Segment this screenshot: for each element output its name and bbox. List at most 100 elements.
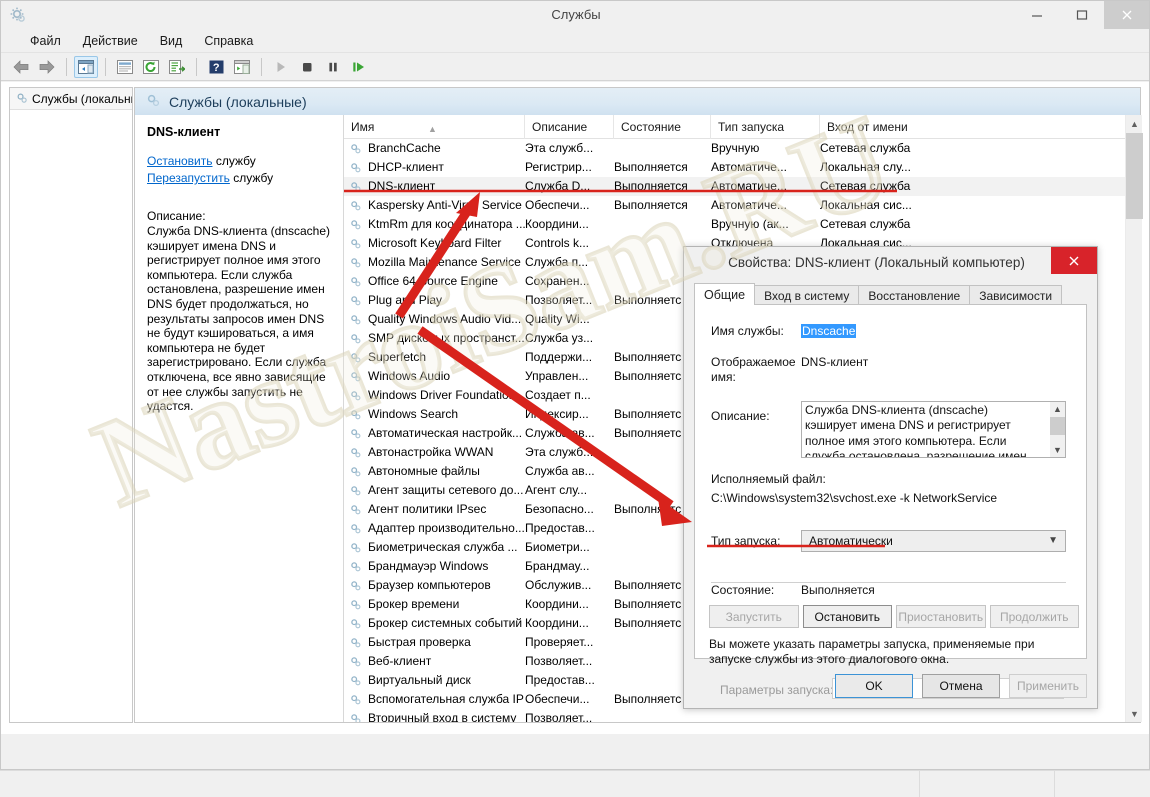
dialog-close-button[interactable] xyxy=(1051,247,1097,274)
cell-desc: Брандмау... xyxy=(525,559,590,573)
detail-action-stop-row: Остановить службу xyxy=(147,153,333,170)
listview-scrollbar[interactable]: ▲ ▼ xyxy=(1125,115,1143,722)
listview-header: Имя ▲ Описание Состояние Тип запуска Вхо… xyxy=(344,115,1142,139)
description-scroll-down-icon[interactable]: ▼ xyxy=(1050,443,1065,457)
cell-desc: Эта служб... xyxy=(525,141,594,155)
cell-name: Microsoft Keyboard Filter xyxy=(368,236,502,250)
show-hide-tree-icon[interactable] xyxy=(74,55,98,78)
cell-name: Вторичный вход в систему xyxy=(368,711,517,722)
menu-item-help[interactable]: Справка xyxy=(193,31,264,51)
table-row[interactable]: BranchCache Эта служб... Вручную Сетевая сл… xyxy=(344,139,1142,158)
close-button[interactable] xyxy=(1104,1,1149,29)
forward-icon[interactable] xyxy=(35,56,59,78)
detail-actions: Остановить службу Перезапустить службу xyxy=(147,153,333,187)
stop-service-icon[interactable] xyxy=(295,56,319,78)
description-textbox[interactable]: Служба DNS-клиента (dnscache) кэширует и… xyxy=(801,401,1066,458)
menu-item-action[interactable]: Действие xyxy=(72,31,149,51)
console-tree-pane: Службы (локальны xyxy=(9,87,133,723)
column-header-name[interactable]: Имя ▲ xyxy=(344,115,525,139)
state-value: Выполняется xyxy=(801,583,875,597)
cell-desc: Позволяет... xyxy=(525,711,593,722)
tree-root-item[interactable]: Службы (локальны xyxy=(10,88,132,110)
stop-service-button[interactable]: Остановить xyxy=(802,605,892,628)
table-row[interactable]: KtmRm для координатора ... Координи... Вру… xyxy=(344,215,1142,234)
cell-name: Веб-клиент xyxy=(368,654,432,668)
service-detail-panel: DNS-клиент Остановить службу Перезапусти… xyxy=(135,115,343,722)
properties-icon[interactable] xyxy=(113,56,137,78)
cell-logon: Локальная слу... xyxy=(820,160,911,174)
state-label: Состояние: xyxy=(711,583,775,597)
scroll-up-icon[interactable]: ▲ xyxy=(1126,115,1143,132)
description-label: Описание: xyxy=(711,409,770,423)
restart-service-icon[interactable] xyxy=(347,56,371,78)
status-cell-tertiary xyxy=(1055,771,1149,797)
cell-name: Биометрическая служба ... xyxy=(368,540,518,554)
cell-startup xyxy=(711,709,820,722)
tab-logon[interactable]: Вход в систему xyxy=(754,285,860,305)
cell-desc: Создает п... xyxy=(525,388,591,402)
cell-state: Выполняется xyxy=(614,160,688,174)
cell-desc: Служба ав... xyxy=(525,464,595,478)
description-scroll-up-icon[interactable]: ▲ xyxy=(1050,402,1065,416)
startup-type-select[interactable]: Автоматически ▼ xyxy=(801,530,1066,552)
help-icon[interactable]: ? xyxy=(204,56,228,78)
chevron-down-icon: ▼ xyxy=(1048,535,1058,546)
cell-state: Выполняется xyxy=(614,198,688,212)
cell-desc: Служба п... xyxy=(525,255,589,269)
maximize-button[interactable] xyxy=(1059,1,1104,29)
apply-button: Применить xyxy=(1009,674,1087,698)
scroll-down-icon[interactable]: ▼ xyxy=(1126,705,1143,722)
cell-desc: Сохранен... xyxy=(525,274,590,288)
table-row[interactable]: Вторичный вход в систему Позволяет... xyxy=(344,709,1142,722)
cell-startup: Вручную (ак... xyxy=(711,217,789,231)
cell-name: Автонастройка WWAN xyxy=(368,445,494,459)
cell-name: Брокер системных событий xyxy=(368,616,523,630)
column-header-description[interactable]: Описание xyxy=(525,115,614,139)
menu-item-view[interactable]: Вид xyxy=(149,31,194,51)
cell-desc: Координи... xyxy=(525,616,589,630)
executable-value: C:\Windows\system32\svchost.exe -k Netwo… xyxy=(711,491,998,505)
status-cell-main xyxy=(0,771,920,797)
cell-desc: Координи... xyxy=(525,217,589,231)
column-header-state[interactable]: Состояние xyxy=(614,115,711,139)
description-scrollbar[interactable]: ▲ ▼ xyxy=(1050,402,1065,457)
description-scroll-thumb[interactable] xyxy=(1050,417,1065,435)
cell-name: Windows Driver Foundation... xyxy=(368,388,525,402)
cell-name: Superfetch xyxy=(368,350,427,364)
cell-name: Вспомогательная служба IP xyxy=(368,692,524,706)
cell-desc: Регистрир... xyxy=(525,160,592,174)
cell-name: Автономные файлы xyxy=(368,464,480,478)
table-row[interactable]: DHCP-клиент Регистрир... Выполняется Автома… xyxy=(344,158,1142,177)
restart-service-suffix: службу xyxy=(229,171,274,185)
cell-name: Mozilla Maintenance Service xyxy=(368,255,521,269)
cell-name: Windows Search xyxy=(368,407,459,421)
toolbar: ? xyxy=(1,53,1149,81)
column-header-startup-type[interactable]: Тип запуска xyxy=(711,115,820,139)
tab-recovery[interactable]: Восстановление xyxy=(858,285,971,305)
start-params-label: Параметры запуска: xyxy=(720,683,834,697)
show-action-pane-icon[interactable] xyxy=(230,56,254,78)
display-name-value: DNS-клиент xyxy=(801,355,869,369)
export-list-icon[interactable] xyxy=(165,56,189,78)
table-row[interactable]: DNS-клиент Служба D... Выполняется Автомати… xyxy=(344,177,1142,196)
minimize-button[interactable] xyxy=(1014,1,1059,29)
column-header-logon-as[interactable]: Вход от имени xyxy=(820,115,950,139)
menu-item-file[interactable]: Файл xyxy=(19,31,72,51)
back-icon[interactable] xyxy=(9,56,33,78)
pause-service-icon[interactable] xyxy=(321,56,345,78)
cancel-button[interactable]: Отмена xyxy=(922,674,1000,698)
tab-dependencies[interactable]: Зависимости xyxy=(969,285,1063,305)
restart-service-link[interactable]: Перезапустить xyxy=(147,171,230,185)
refresh-icon[interactable] xyxy=(139,56,163,78)
scroll-thumb[interactable] xyxy=(1126,133,1143,219)
service-control-buttons: Запустить Остановить Приостановить Продо… xyxy=(709,605,1079,628)
stop-service-suffix: службу xyxy=(212,154,256,168)
cell-name: Брандмауэр Windows xyxy=(368,559,489,573)
ok-button[interactable]: OK xyxy=(835,674,913,698)
cell-desc: Эта служб... xyxy=(525,445,594,459)
tab-general[interactable]: Общие xyxy=(694,283,756,305)
start-service-button: Запустить xyxy=(709,605,799,628)
cell-logon: Сетевая служба xyxy=(820,141,911,155)
stop-service-link[interactable]: Остановить xyxy=(147,154,213,168)
table-row[interactable]: Kaspersky Anti-Virus Service Обеспечи... В… xyxy=(344,196,1142,215)
